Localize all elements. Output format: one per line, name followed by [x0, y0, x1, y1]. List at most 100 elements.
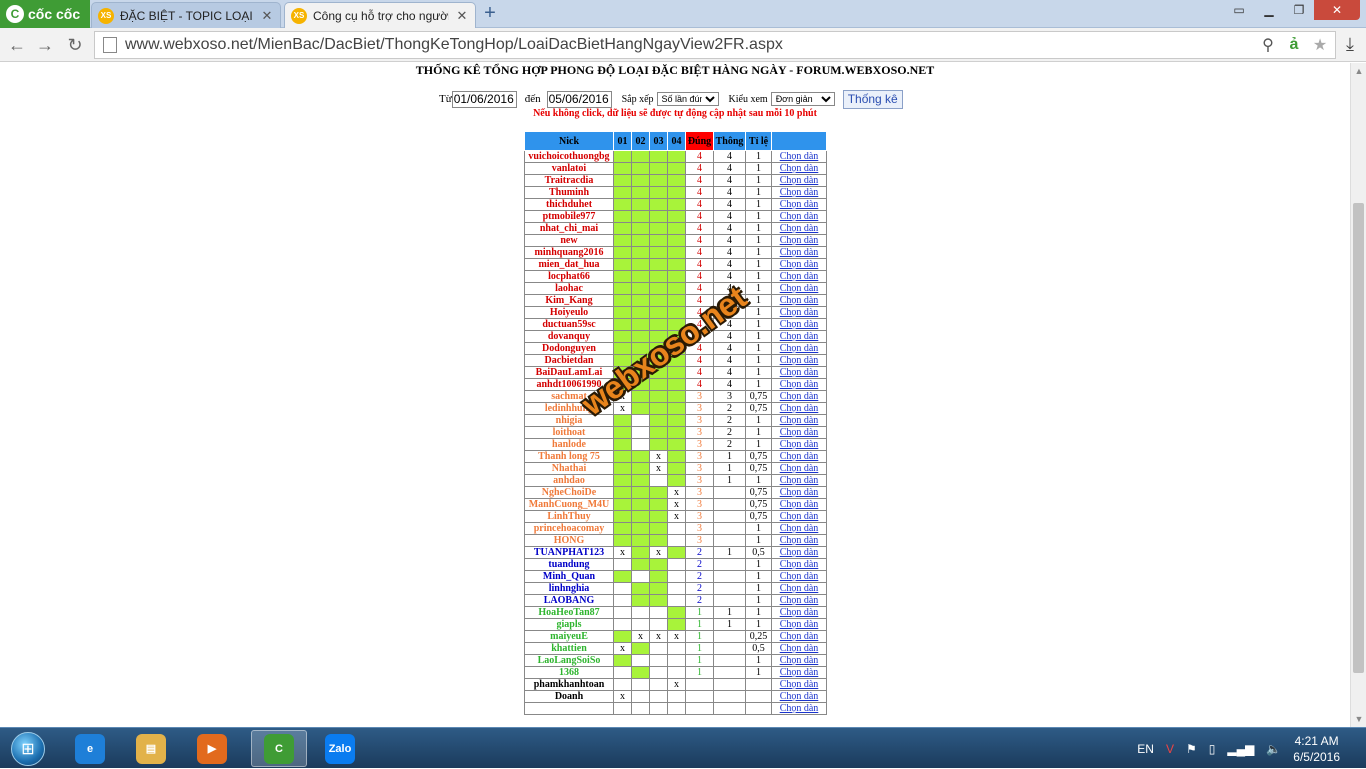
chon-dan-link[interactable]: Chọn dàn: [771, 150, 827, 163]
scroll-thumb[interactable]: [1353, 203, 1364, 673]
chon-dan-link[interactable]: Chọn dàn: [771, 666, 827, 679]
chon-dan-link[interactable]: Chọn dàn: [771, 702, 827, 715]
chon-dan-link[interactable]: Chọn dàn: [771, 618, 827, 631]
volume-icon[interactable]: 🔈: [1266, 742, 1281, 756]
chon-dan-link[interactable]: Chọn dàn: [771, 282, 827, 295]
day-4-cell: x: [667, 678, 686, 691]
chon-dan-link[interactable]: Chọn dàn: [771, 678, 827, 691]
chon-dan-link[interactable]: Chọn dàn: [771, 162, 827, 175]
day-4-cell: [667, 318, 686, 331]
day-4-cell: [667, 690, 686, 703]
view-select[interactable]: Đơn giản: [770, 92, 835, 106]
day-1-cell: [613, 630, 632, 643]
restore-button[interactable]: ❐: [1284, 0, 1314, 20]
taskbar-app-file-explorer[interactable]: ▤: [123, 730, 179, 767]
chon-dan-link[interactable]: Chọn dàn: [771, 378, 827, 391]
chon-dan-link[interactable]: Chọn dàn: [771, 414, 827, 427]
taskbar-app-internet-explorer[interactable]: e: [62, 730, 118, 767]
chon-dan-link[interactable]: Chọn dàn: [771, 402, 827, 415]
day-2-cell: [631, 234, 650, 247]
start-button[interactable]: ⊞: [2, 729, 54, 769]
bookmark-star-icon[interactable]: ★: [1309, 35, 1331, 55]
day-4-cell: [667, 246, 686, 259]
download-icon[interactable]: ⤓: [1340, 34, 1360, 56]
scroll-down-icon[interactable]: ▼: [1351, 711, 1366, 727]
stats-table-body: vuichoicothuongbg 4 4 1 Chọn dàn vanlatoi 4 4 1 C…: [524, 150, 827, 715]
chon-dan-link[interactable]: Chọn dàn: [771, 570, 827, 583]
chon-dan-link[interactable]: Chọn dàn: [771, 474, 827, 487]
chon-dan-link[interactable]: Chọn dàn: [771, 534, 827, 547]
device-icon[interactable]: ▯: [1209, 742, 1216, 756]
network-icon[interactable]: ▂▄▆: [1227, 742, 1254, 756]
taskbar-app-zalo[interactable]: Zalo: [312, 730, 368, 767]
chon-dan-link[interactable]: Chọn dàn: [771, 210, 827, 223]
chon-dan-link[interactable]: Chọn dàn: [771, 486, 827, 499]
chon-dan-link[interactable]: Chọn dàn: [771, 438, 827, 451]
chon-dan-link[interactable]: Chọn dàn: [771, 558, 827, 571]
chon-dan-link[interactable]: Chọn dàn: [771, 690, 827, 703]
scroll-up-icon[interactable]: ▲: [1351, 63, 1366, 79]
day-2-cell: [631, 510, 650, 523]
chon-dan-link[interactable]: Chọn dàn: [771, 198, 827, 211]
chon-dan-link[interactable]: Chọn dàn: [771, 582, 827, 595]
chon-dan-link[interactable]: Chọn dàn: [771, 630, 827, 643]
profile-icon[interactable]: ▭: [1224, 0, 1254, 20]
chon-dan-link[interactable]: Chọn dàn: [771, 258, 827, 271]
tab-dac-biet[interactable]: XS ĐẶC BIỆT - TOPIC LOẠI ĐẶ ✕: [91, 2, 281, 28]
chon-dan-link[interactable]: Chọn dàn: [771, 642, 827, 655]
antivirus-icon[interactable]: V: [1166, 742, 1174, 756]
zoom-icon[interactable]: ⚲: [1257, 35, 1279, 55]
close-window-button[interactable]: ✕: [1314, 0, 1360, 20]
taskbar-app-coccoc-browser[interactable]: C: [251, 730, 307, 767]
chon-dan-link[interactable]: Chọn dàn: [771, 498, 827, 511]
close-tab-icon[interactable]: ✕: [260, 8, 274, 24]
back-button[interactable]: ←: [6, 34, 28, 56]
translate-icon[interactable]: ả: [1283, 36, 1305, 54]
address-url[interactable]: www.webxoso.net/MienBac/DacBiet/ThongKeT…: [125, 36, 1257, 54]
chon-dan-link[interactable]: Chọn dàn: [771, 426, 827, 439]
chon-dan-link[interactable]: Chọn dàn: [771, 594, 827, 607]
chon-dan-link[interactable]: Chọn dàn: [771, 522, 827, 535]
tab-cong-cu[interactable]: XS Công cụ hỗ trợ cho người ✕: [284, 2, 476, 28]
action-center-icon[interactable]: ⚑: [1186, 742, 1197, 756]
chon-dan-link[interactable]: Chọn dàn: [771, 186, 827, 199]
chon-dan-link[interactable]: Chọn dàn: [771, 294, 827, 307]
chon-dan-link[interactable]: Chọn dàn: [771, 318, 827, 331]
chon-dan-link[interactable]: Chọn dàn: [771, 366, 827, 379]
chon-dan-link[interactable]: Chọn dàn: [771, 510, 827, 523]
chon-dan-link[interactable]: Chọn dàn: [771, 450, 827, 463]
chon-dan-link[interactable]: Chọn dàn: [771, 246, 827, 259]
minimize-button[interactable]: ▁: [1254, 0, 1284, 20]
sort-select[interactable]: Số lần đúng: [656, 92, 719, 106]
chon-dan-link[interactable]: Chọn dàn: [771, 390, 827, 403]
thong-ke-button[interactable]: Thống kê: [842, 89, 903, 109]
chon-dan-link[interactable]: Chọn dàn: [771, 174, 827, 187]
new-tab-button[interactable]: +: [480, 3, 500, 24]
address-bar[interactable]: www.webxoso.net/MienBac/DacBiet/ThongKeT…: [94, 31, 1336, 59]
coccoc-logo[interactable]: C cốc cốc: [0, 0, 90, 28]
chon-dan-link[interactable]: Chọn dàn: [771, 330, 827, 343]
forward-button[interactable]: →: [34, 34, 56, 56]
chon-dan-link[interactable]: Chọn dàn: [771, 606, 827, 619]
chon-dan-link[interactable]: Chọn dàn: [771, 234, 827, 247]
dung-cell: 1: [685, 606, 714, 619]
taskbar-app-media-player[interactable]: ▶: [184, 730, 240, 767]
page-scrollbar[interactable]: ▲ ▼: [1350, 63, 1366, 727]
chon-dan-link[interactable]: Chọn dàn: [771, 306, 827, 319]
to-date-input[interactable]: [546, 90, 612, 108]
clock[interactable]: 4:21 AM 6/5/2016: [1293, 733, 1340, 765]
chon-dan-link[interactable]: Chọn dàn: [771, 270, 827, 283]
reload-button[interactable]: ↻: [64, 34, 86, 56]
close-tab-icon[interactable]: ✕: [455, 8, 469, 24]
dung-cell: 4: [685, 234, 714, 247]
from-label: Từ: [439, 93, 452, 105]
chon-dan-link[interactable]: Chọn dàn: [771, 462, 827, 475]
day-3-cell: [649, 594, 668, 607]
chon-dan-link[interactable]: Chọn dàn: [771, 222, 827, 235]
from-date-input[interactable]: [451, 90, 517, 108]
chon-dan-link[interactable]: Chọn dàn: [771, 546, 827, 559]
chon-dan-link[interactable]: Chọn dàn: [771, 354, 827, 367]
chon-dan-link[interactable]: Chọn dàn: [771, 654, 827, 667]
chon-dan-link[interactable]: Chọn dàn: [771, 342, 827, 355]
language-indicator[interactable]: EN: [1137, 742, 1154, 756]
